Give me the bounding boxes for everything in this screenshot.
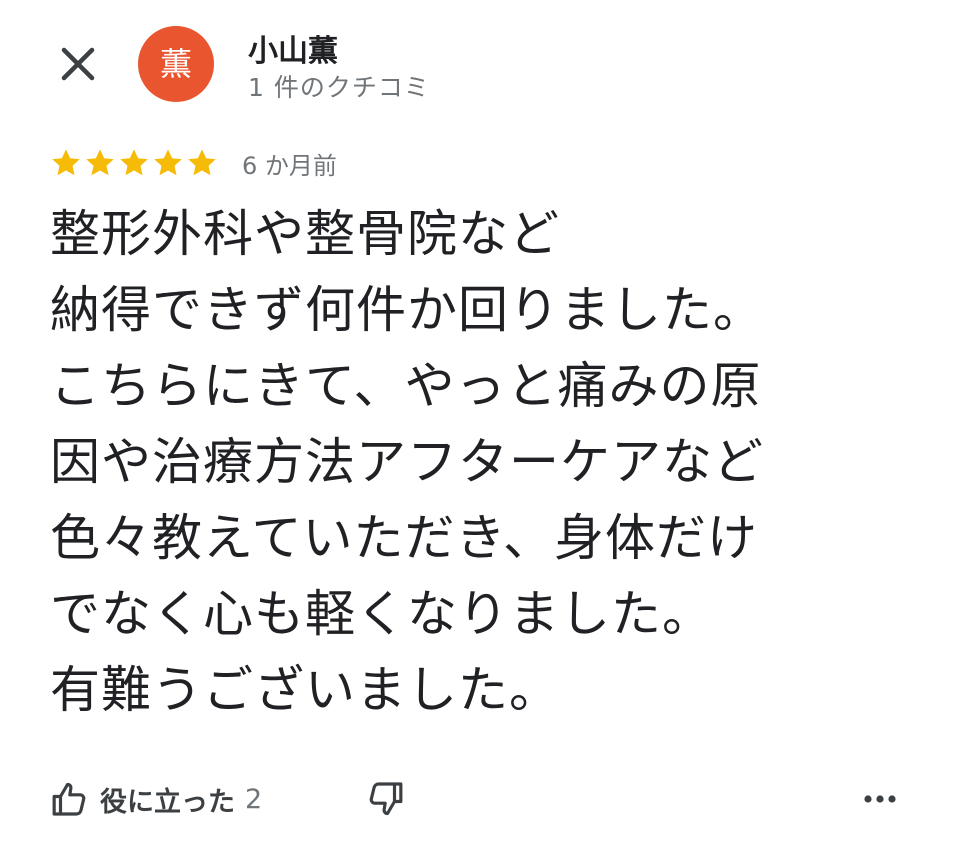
star-icon [86, 149, 114, 176]
author-name[interactable]: 小山薫 [248, 26, 338, 70]
star-icon [154, 149, 182, 176]
rating-row: 6 か月前 [50, 142, 337, 184]
review-text-line: でなく心も軽くなりました。 [50, 585, 713, 643]
star-rating [50, 147, 220, 179]
not-helpful-button[interactable] [362, 772, 408, 826]
thumbs-down-icon [369, 782, 403, 816]
review-text: 整形外科や整骨院など納得できず何件か回りました。 こちらにきて、やっと痛みの原 因や… [50, 196, 910, 728]
close-icon [61, 47, 95, 81]
review-text-line: 整形外科や整骨院など [50, 205, 560, 263]
close-button[interactable] [50, 36, 106, 92]
thumbs-up-icon [52, 782, 86, 816]
more-options-button[interactable] [856, 772, 904, 826]
review-text-line: 因や治療方法アフターケアなど [50, 433, 764, 491]
review-text-line: こちらにきて、やっと痛みの原 [50, 357, 762, 415]
helpful-label: 役に立った [100, 786, 235, 818]
helpful-button[interactable]: 役に立った 2 [50, 772, 262, 826]
review-text-line: 色々教えていただき、身体だけ [50, 509, 758, 567]
star-icon [120, 149, 148, 176]
review-text-line: 有難うございました。 [50, 661, 560, 719]
review-text-line: 納得できず何件か回りました。 [50, 281, 764, 339]
more-horizontal-icon [864, 795, 896, 803]
avatar[interactable]: 薫 [138, 26, 214, 102]
star-icon [188, 149, 216, 176]
review-time: 6 か月前 [242, 151, 337, 180]
review-actions: 役に立った 2 [50, 772, 910, 826]
helpful-count: 2 [245, 783, 263, 815]
star-icon [52, 149, 80, 176]
author-review-count: 1 件のクチコミ [248, 73, 430, 102]
avatar-initial: 薫 [159, 45, 192, 83]
